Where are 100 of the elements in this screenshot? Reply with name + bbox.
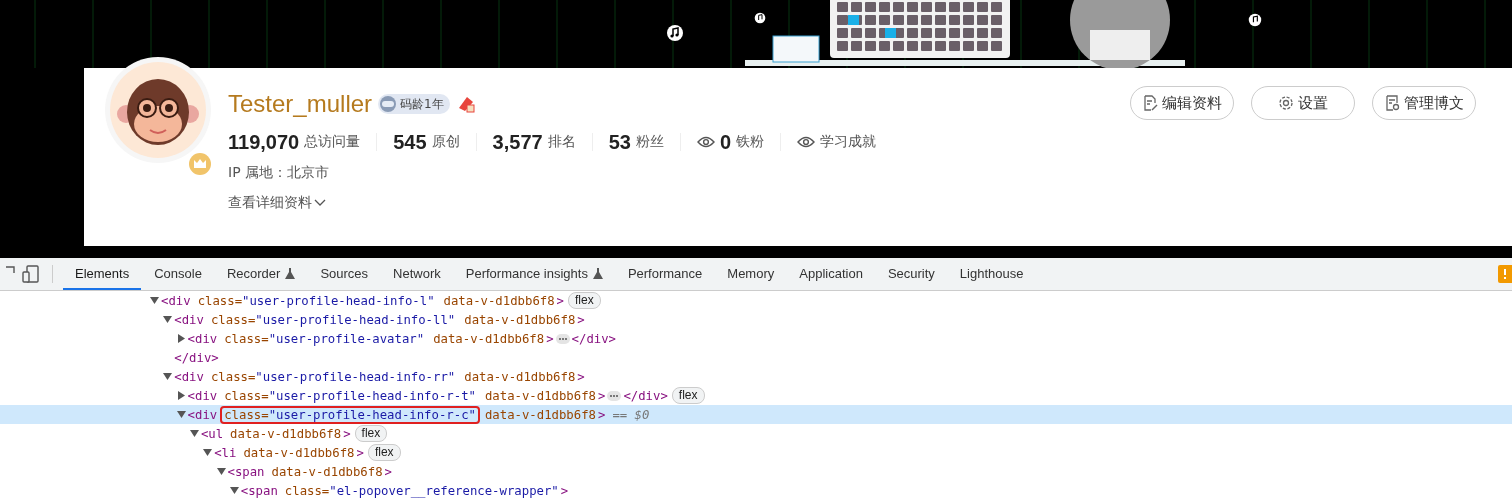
dom-node-row[interactable]: <div class="user-profile-head-info-r-t" data-v-d1dbb6f8 > </div> flex	[0, 386, 1512, 405]
attribute: data-v-d1dbb6f8	[442, 293, 556, 308]
profile-action-button[interactable]: 管理博文	[1372, 86, 1476, 120]
tag-end: >	[356, 445, 364, 460]
stat-value: 545	[393, 130, 427, 154]
tag-end: >	[384, 464, 392, 479]
expand-toggle-icon[interactable]	[163, 372, 173, 381]
devtools-tab[interactable]: Performance	[615, 258, 715, 290]
stat-value: 53	[608, 130, 631, 154]
document-edit-icon	[1142, 95, 1158, 111]
flex-badge[interactable]: flex	[354, 425, 388, 442]
stat-label: 排名	[547, 133, 576, 151]
attribute: data-v-d1dbb6f8	[483, 407, 597, 422]
attribute: class="user-profile-avatar"	[223, 331, 426, 346]
stat-label: 原创	[431, 133, 460, 151]
devtools-tab[interactable]: Performance insights	[453, 258, 615, 290]
tag-end: >	[577, 369, 585, 384]
attribute: class="el-popover__reference-wrapper"	[283, 483, 560, 498]
flex-badge[interactable]: flex	[671, 387, 705, 404]
eye-icon	[696, 136, 715, 148]
tag-end: >	[560, 483, 569, 498]
tag-end: >	[598, 407, 606, 422]
devtools-tab[interactable]: Memory	[715, 258, 787, 290]
dom-node-row[interactable]: <li data-v-d1dbb6f8 > flex	[0, 443, 1512, 462]
username[interactable]: Tester_muller	[228, 90, 373, 118]
devtools-tab[interactable]: Sources	[308, 258, 381, 290]
view-details-link[interactable]: 查看详细资料	[228, 194, 876, 212]
devtools-tab[interactable]: Console	[142, 258, 214, 290]
stat-label: 粉丝	[635, 133, 664, 151]
flask-icon	[285, 267, 296, 279]
tag-name: <div	[161, 293, 191, 308]
ellipsis-icon[interactable]	[607, 390, 622, 401]
attribute: class="user-profile-head-info-ll"	[209, 312, 457, 327]
flex-badge[interactable]: flex	[568, 292, 601, 309]
stat-value: 0	[719, 130, 731, 154]
expand-toggle-icon[interactable]	[176, 391, 186, 400]
console-reference: == $0	[612, 407, 650, 422]
tag-end: >	[546, 331, 554, 346]
expand-toggle-icon[interactable]	[189, 429, 199, 438]
attribute: class="user-profile-head-info-rr"	[209, 369, 457, 384]
expand-toggle-icon[interactable]	[176, 410, 186, 419]
expand-toggle-icon[interactable]	[229, 486, 239, 495]
tag-name: <div	[174, 369, 204, 384]
tag-name: <div	[187, 407, 218, 422]
devtools-tab[interactable]: Recorder	[214, 258, 308, 290]
stat-label: 总访问量	[304, 133, 361, 151]
stat-label: 学习成就	[820, 133, 876, 151]
ellipsis-icon[interactable]	[555, 333, 570, 344]
eye-icon	[797, 136, 815, 148]
expand-toggle-icon[interactable]	[203, 448, 213, 457]
device-toolbar-icon[interactable]	[22, 265, 40, 283]
dom-node-row[interactable]: <div class="user-profile-avatar" data-v-d1dbb6f8 > </div>	[0, 329, 1512, 348]
chevron-down-icon	[314, 199, 326, 207]
tag-end: >	[598, 388, 606, 403]
profile-action-button[interactable]: 设置	[1251, 86, 1355, 120]
document-settings-icon	[1384, 95, 1400, 111]
attribute: data-v-d1dbb6f8	[270, 464, 384, 479]
tag-end: >	[343, 426, 351, 441]
tag-name: <span	[227, 464, 265, 479]
attribute: class="user-profile-head-info-r-c"	[222, 407, 478, 422]
settings-icon	[1278, 95, 1294, 111]
expand-toggle-icon[interactable]	[216, 467, 226, 476]
tag-name: <div	[187, 331, 218, 346]
closing-tag: </div>	[174, 350, 219, 365]
devtools-tab[interactable]: Elements	[63, 258, 142, 290]
dom-node-row[interactable]: <div class="user-profile-head-info-rr" data-v-d1dbb6f8 >	[0, 367, 1512, 386]
dom-node-row[interactable]: <span data-v-d1dbb6f8 >	[0, 462, 1512, 481]
attribute: data-v-d1dbb6f8	[463, 369, 577, 384]
attribute: data-v-d1dbb6f8	[242, 445, 356, 460]
devtools-tab[interactable]: Application	[787, 258, 875, 290]
attribute: class="user-profile-head-info-r-t"	[223, 388, 477, 403]
stat-label: 铁粉	[736, 133, 764, 151]
dom-node-row[interactable]: </div>	[0, 348, 1512, 367]
flex-badge[interactable]: flex	[367, 444, 401, 461]
expand-toggle-icon[interactable]	[150, 296, 159, 305]
expand-toggle-icon[interactable]	[163, 315, 173, 324]
tag-name: <span	[240, 483, 278, 498]
attribute: data-v-d1dbb6f8	[229, 426, 343, 441]
dom-node-row[interactable]: <div class="user-profile-head-info-ll" data-v-d1dbb6f8 >	[0, 310, 1512, 329]
dom-node-row[interactable]: <div class="user-profile-head-info-r-c" data-v-d1dbb6f8 > == $0	[0, 405, 1512, 424]
profile-action-button[interactable]: 编辑资料	[1130, 86, 1234, 120]
devtools-tab[interactable]: Security	[875, 258, 947, 290]
dom-node-row[interactable]: <span class="el-popover__reference-wrapper" >	[0, 481, 1512, 498]
attribute: data-v-d1dbb6f8	[483, 388, 597, 403]
stat-value: 3,577	[492, 130, 543, 154]
closing-tag: </div>	[571, 331, 616, 346]
flask-icon	[592, 267, 603, 279]
tag-end: >	[577, 312, 585, 327]
tag-name: <li	[214, 445, 237, 460]
dom-node-row[interactable]: <ul data-v-d1dbb6f8 > flex	[0, 424, 1512, 443]
attribute: data-v-d1dbb6f8	[463, 312, 577, 327]
devtools-tab[interactable]: Lighthouse	[947, 258, 1036, 290]
expand-toggle-icon[interactable]	[176, 334, 186, 343]
devtools-tab[interactable]: Network	[381, 258, 453, 290]
ip-location: IP 属地：北京市	[228, 164, 331, 182]
dom-node-row[interactable]: <div class="user-profile-head-info-l" data-v-d1dbb6f8 > flex	[0, 291, 1512, 310]
tag-name: <div	[174, 312, 204, 327]
tag-name: <div	[187, 388, 218, 403]
tag-name: <ul	[200, 426, 224, 441]
crown-badge-icon	[188, 152, 212, 176]
